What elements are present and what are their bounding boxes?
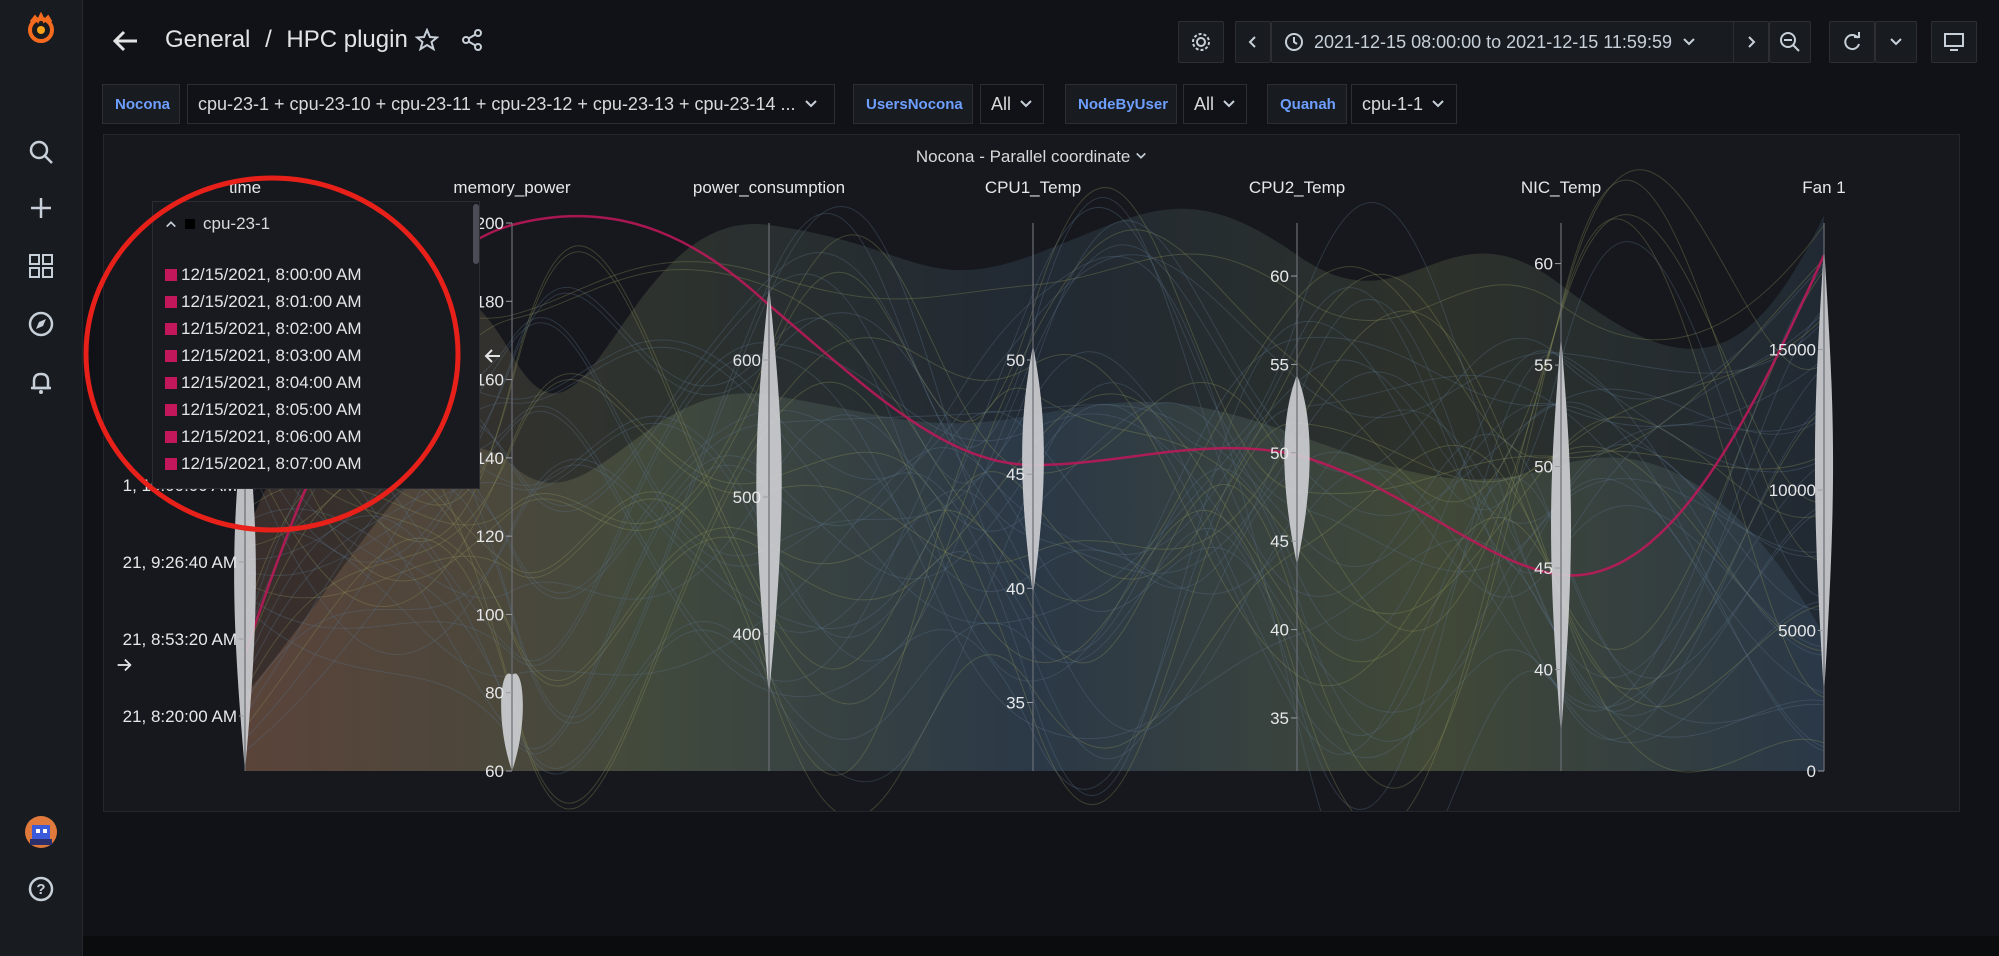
axis-tick-label: 0 xyxy=(1807,762,1816,781)
variable-label-nodebyuser: NodeByUser xyxy=(1065,84,1177,124)
monitor-icon xyxy=(1944,33,1964,51)
refresh-button[interactable] xyxy=(1829,21,1875,63)
dashboard-settings-button[interactable] xyxy=(1178,21,1224,63)
axis-title: power_consumption xyxy=(693,178,845,197)
axis-tick-label: 600 xyxy=(733,351,761,370)
axis-title: NIC_Temp xyxy=(1521,178,1601,197)
zoom-out-button[interactable] xyxy=(1769,21,1811,63)
axis-tick-label: 55 xyxy=(1270,355,1289,374)
variable-select-quanah[interactable]: cpu-1-1 xyxy=(1351,84,1457,124)
axis-title: Fan 1 xyxy=(1802,178,1845,197)
axis-tick-label: 80 xyxy=(485,684,504,703)
axis-tick-label: 60 xyxy=(1270,267,1289,286)
variable-label-nocona: Nocona xyxy=(102,84,180,124)
axis-tick-label: 10000 xyxy=(1769,481,1816,500)
back-arrow-icon[interactable] xyxy=(109,24,143,58)
help-icon[interactable]: ? xyxy=(24,872,58,906)
axis-tick-label: 120 xyxy=(476,527,504,546)
chevron-down-icon xyxy=(1683,38,1695,46)
legend-scrollbar[interactable] xyxy=(473,204,479,264)
dashboard-nav: General / HPC plugin 2021-12-15 08:00:00… xyxy=(83,0,1999,82)
axis-tick-label: 50 xyxy=(1270,444,1289,463)
axis-tick-label: 500 xyxy=(733,488,761,507)
axis-tick-label: 21, 9:26:40 AM xyxy=(123,553,237,572)
dashboard-title[interactable]: HPC plugin xyxy=(286,26,407,53)
variable-value-nocona: cpu-23-1 + cpu-23-10 + cpu-23-11 + cpu-2… xyxy=(198,93,796,114)
variable-label-quanah: Quanah xyxy=(1267,84,1347,124)
user-avatar[interactable] xyxy=(24,815,58,849)
axis-tick-label: 100 xyxy=(476,605,504,624)
collapse-legend-arrow-icon[interactable] xyxy=(482,345,504,372)
time-shift-back-button[interactable] xyxy=(1235,21,1271,63)
chevron-down-icon xyxy=(1223,100,1235,108)
time-shift-forward-button[interactable] xyxy=(1733,21,1769,63)
chevron-down-icon xyxy=(1890,38,1902,46)
axis-tick-label: 5000 xyxy=(1778,621,1816,640)
search-icon[interactable] xyxy=(24,135,58,169)
gear-icon xyxy=(1192,33,1210,51)
clock-icon xyxy=(1285,33,1303,51)
axis-title: memory_power xyxy=(453,178,570,197)
alerting-bell-icon[interactable] xyxy=(24,365,58,399)
bottom-strip xyxy=(83,936,1999,956)
variable-select-nodebyuser[interactable]: All xyxy=(1183,84,1247,124)
expand-legend-arrow-icon[interactable] xyxy=(114,655,134,680)
axis-tick-label: 400 xyxy=(733,625,761,644)
axis-tick-label: 55 xyxy=(1534,356,1553,375)
variable-select-nocona[interactable]: cpu-23-1 + cpu-23-10 + cpu-23-11 + cpu-2… xyxy=(187,84,835,124)
chevron-left-icon xyxy=(1248,36,1256,48)
axis-tick-label: 60 xyxy=(485,762,504,781)
refresh-icon xyxy=(1844,32,1860,51)
chevron-down-icon xyxy=(1432,100,1444,108)
dashboards-icon[interactable] xyxy=(24,249,58,283)
dashboard-main: General / HPC plugin 2021-12-15 08:00:00… xyxy=(83,0,1999,956)
share-icon[interactable] xyxy=(460,28,484,57)
axis-tick-label: 45 xyxy=(1006,465,1025,484)
chevron-down-icon xyxy=(804,100,817,108)
axis-title: CPU2_Temp xyxy=(1249,178,1345,197)
axis-tick-label: 40 xyxy=(1270,621,1289,640)
axis-tick-label: 21, 8:20:00 AM xyxy=(123,707,237,726)
chevron-right-icon xyxy=(1748,36,1756,48)
star-icon[interactable] xyxy=(414,27,440,57)
variable-value-nodebyuser: All xyxy=(1194,93,1215,114)
variable-value-quanah: cpu-1-1 xyxy=(1362,93,1424,114)
parallel-coordinate-panel: Nocona - Parallel coordinate time1, 10:0… xyxy=(83,134,1960,812)
chevron-down-icon xyxy=(1020,100,1032,108)
breadcrumb-folder[interactable]: General xyxy=(165,26,250,53)
breadcrumb-separator: / xyxy=(265,26,272,53)
variable-label-usersnocona: UsersNocona xyxy=(853,84,973,124)
breadcrumb: General / HPC plugin xyxy=(165,26,408,54)
variable-value-usersnocona: All xyxy=(991,93,1012,114)
axis-tick-label: 45 xyxy=(1534,559,1553,578)
axis-tick-label: 40 xyxy=(1006,579,1025,598)
axis-tick-label: 35 xyxy=(1270,709,1289,728)
time-range-text: 2021-12-15 08:00:00 to 2021-12-15 11:59:… xyxy=(1314,31,1672,52)
refresh-interval-dropdown[interactable] xyxy=(1875,21,1917,63)
axis-tick-label: 50 xyxy=(1534,458,1553,477)
axis-tick-label: 35 xyxy=(1006,694,1025,713)
tv-mode-button[interactable] xyxy=(1931,21,1977,63)
axis-tick-label: 45 xyxy=(1270,532,1289,551)
zoom-out-icon xyxy=(1780,32,1800,52)
axis-tick-label: 60 xyxy=(1534,255,1553,274)
axis-tick-label: 40 xyxy=(1534,661,1553,680)
grafana-logo-icon[interactable] xyxy=(24,12,58,46)
axis-tick-label: 21, 8:53:20 AM xyxy=(123,630,237,649)
plus-icon[interactable] xyxy=(24,191,58,225)
axis-title: CPU1_Temp xyxy=(985,178,1081,197)
side-menu: ? xyxy=(0,0,83,956)
explore-compass-icon[interactable] xyxy=(24,307,58,341)
svg-text:?: ? xyxy=(36,881,45,898)
axis-tick-label: 50 xyxy=(1006,351,1025,370)
variable-select-usersnocona[interactable]: All xyxy=(980,84,1044,124)
time-range-picker[interactable]: 2021-12-15 08:00:00 to 2021-12-15 11:59:… xyxy=(1271,21,1745,63)
axis-tick-label: 15000 xyxy=(1769,340,1816,359)
annotation-circle xyxy=(83,175,461,533)
